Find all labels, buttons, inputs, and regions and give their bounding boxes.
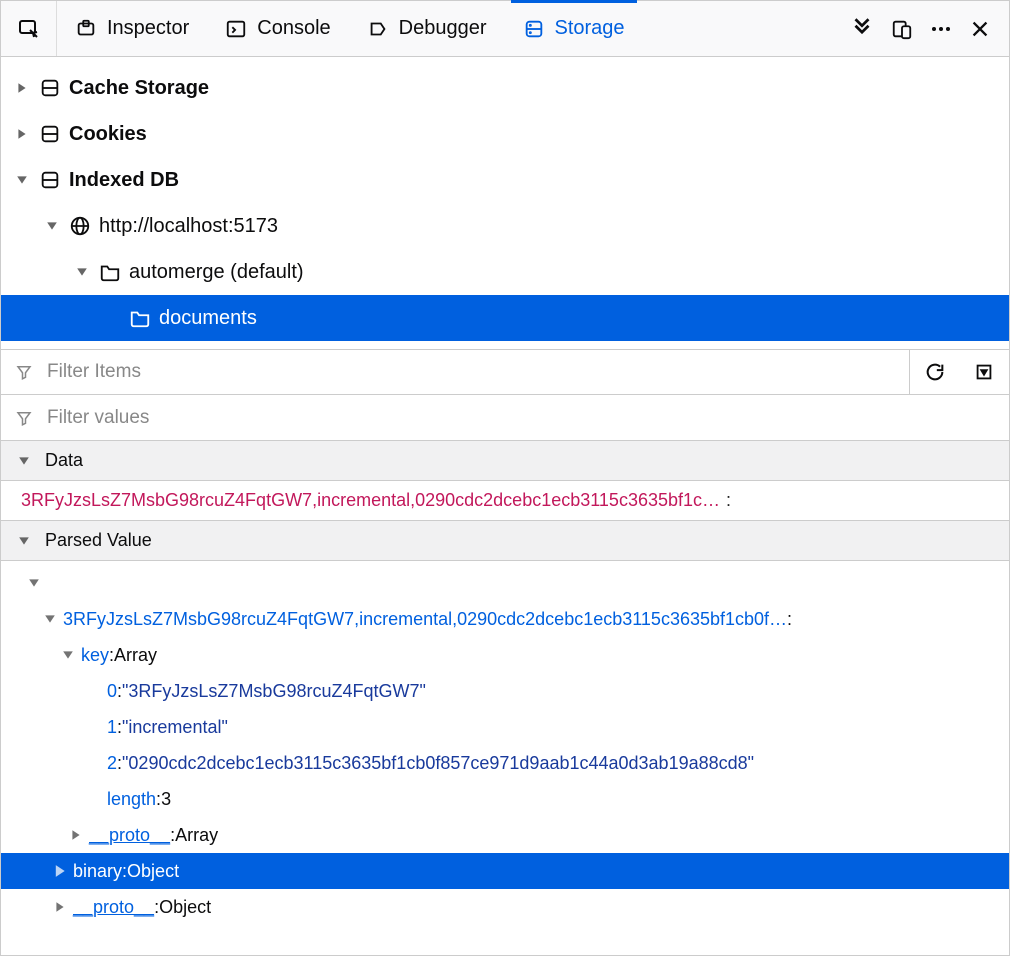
storage-tree: Cache Storage Cookies Indexed DB http://… [1,57,1009,349]
object-key: 3RFyJzsLsZ7MsbG98rcuZ4FqtGW7,incremental… [63,609,787,630]
tree-item-origin[interactable]: http://localhost:5173 [1,203,1009,249]
tab-debugger[interactable]: Debugger [349,1,505,56]
chevron-right-icon[interactable] [67,826,85,844]
meatball-menu-button[interactable] [929,17,953,41]
storage-category-icon [39,77,61,99]
inspector-icon [75,18,97,40]
responsive-mode-button[interactable] [891,18,913,40]
object-key: __proto__ [73,897,154,918]
object-row-proto[interactable]: __proto__ : Object [1,889,1009,925]
chevron-right-icon[interactable] [13,125,31,143]
delete-all-button[interactable] [959,350,1009,394]
object-type: Object [159,897,211,918]
tab-label: Inspector [107,17,189,40]
object-row-root-wrapper[interactable] [1,565,1009,601]
object-type: Array [175,825,218,846]
object-index: 2 [107,753,117,774]
debugger-icon [367,18,389,40]
folder-icon [99,262,121,282]
object-key: length [107,789,156,810]
tree-item-cache-storage[interactable]: Cache Storage [1,65,1009,111]
object-row-key[interactable]: key : Array [1,637,1009,673]
tree-item-cookies[interactable]: Cookies [1,111,1009,157]
object-row-length[interactable]: length : 3 [1,781,1009,817]
refresh-button[interactable] [909,350,959,394]
chevron-down-icon [15,532,33,550]
object-index: 1 [107,717,117,738]
colon: : [720,490,731,511]
globe-icon [69,215,91,237]
storage-category-icon [39,169,61,191]
chevron-down-icon [15,452,33,470]
tool-tabs: Inspector Console Debugger Storage [57,1,831,56]
object-row-binary[interactable]: binary : Object [1,853,1009,889]
tree-item-label: automerge (default) [129,261,304,284]
object-row-array-item[interactable]: 2 : "0290cdc2dcebc1ecb3115c3635bf1cb0f85… [1,745,1009,781]
chevron-right-icon[interactable] [51,862,69,880]
filter-values-input[interactable] [39,407,1009,429]
object-type: Object [127,861,179,882]
object-type: Array [114,645,157,666]
section-header-parsed[interactable]: Parsed Value [1,521,1009,561]
folder-icon [129,308,151,328]
object-value: "3RFyJzsLsZ7MsbG98rcuZ4FqtGW7" [122,681,426,702]
parsed-value-tree: 3RFyJzsLsZ7MsbG98rcuZ4FqtGW7,incremental… [1,561,1009,925]
section-header-data[interactable]: Data [1,441,1009,481]
storage-icon [523,18,545,40]
object-row-proto[interactable]: __proto__ : Array [1,817,1009,853]
tree-item-label: Cookies [69,123,147,146]
tree-item-label: Cache Storage [69,77,209,100]
tab-label: Debugger [399,17,487,40]
chevron-right-icon[interactable] [51,898,69,916]
object-row-root[interactable]: 3RFyJzsLsZ7MsbG98rcuZ4FqtGW7,incremental… [1,601,991,637]
chevron-down-icon[interactable] [41,610,59,628]
devtools-toolbar: Inspector Console Debugger Storage [1,1,1009,57]
picker-icon [17,17,41,41]
tree-item-database[interactable]: automerge (default) [1,249,1009,295]
storage-category-icon [39,123,61,145]
object-key: key [81,645,109,666]
data-key-row[interactable]: 3RFyJzsLsZ7MsbG98rcuZ4FqtGW7,incremental… [1,481,1009,521]
data-key-text: 3RFyJzsLsZ7MsbG98rcuZ4FqtGW7,incremental… [21,490,720,511]
tree-item-label: Indexed DB [69,169,179,192]
chevron-down-icon[interactable] [59,646,77,664]
overflow-tabs-button[interactable] [849,16,875,42]
tree-item-indexeddb[interactable]: Indexed DB [1,157,1009,203]
tree-item-objectstore[interactable]: documents [1,295,1009,341]
chevron-down-icon[interactable] [43,217,61,235]
chevron-down-icon[interactable] [25,574,43,592]
tab-storage[interactable]: Storage [505,1,643,56]
chevron-right-icon[interactable] [13,79,31,97]
tab-inspector[interactable]: Inspector [57,1,207,56]
object-value: "incremental" [122,717,228,738]
object-value: 3 [161,789,171,810]
object-key: binary [73,861,122,882]
chevron-down-icon[interactable] [13,171,31,189]
tree-item-label: http://localhost:5173 [99,215,278,238]
tab-label: Console [257,17,330,40]
close-devtools-button[interactable] [969,18,991,40]
tab-label: Storage [555,17,625,40]
object-index: 0 [107,681,117,702]
toolbar-right [831,1,1009,56]
filter-icon [1,363,39,381]
object-row-array-item[interactable]: 1 : "incremental" [1,709,1009,745]
filter-items-input[interactable] [39,361,909,383]
element-picker-button[interactable] [1,1,57,56]
object-row-array-item[interactable]: 0 : "3RFyJzsLsZ7MsbG98rcuZ4FqtGW7" [1,673,1009,709]
filter-items-bar [1,349,1009,395]
tree-item-label: documents [159,307,257,330]
tab-console[interactable]: Console [207,1,348,56]
object-key: __proto__ [89,825,170,846]
colon: : [787,609,792,630]
filter-values-bar [1,395,1009,441]
section-title: Data [45,450,83,471]
object-value: "0290cdc2dcebc1ecb3115c3635bf1cb0f857ce9… [122,753,754,774]
chevron-down-icon[interactable] [73,263,91,281]
console-icon [225,18,247,40]
section-title: Parsed Value [45,530,152,551]
filter-icon [1,409,39,427]
